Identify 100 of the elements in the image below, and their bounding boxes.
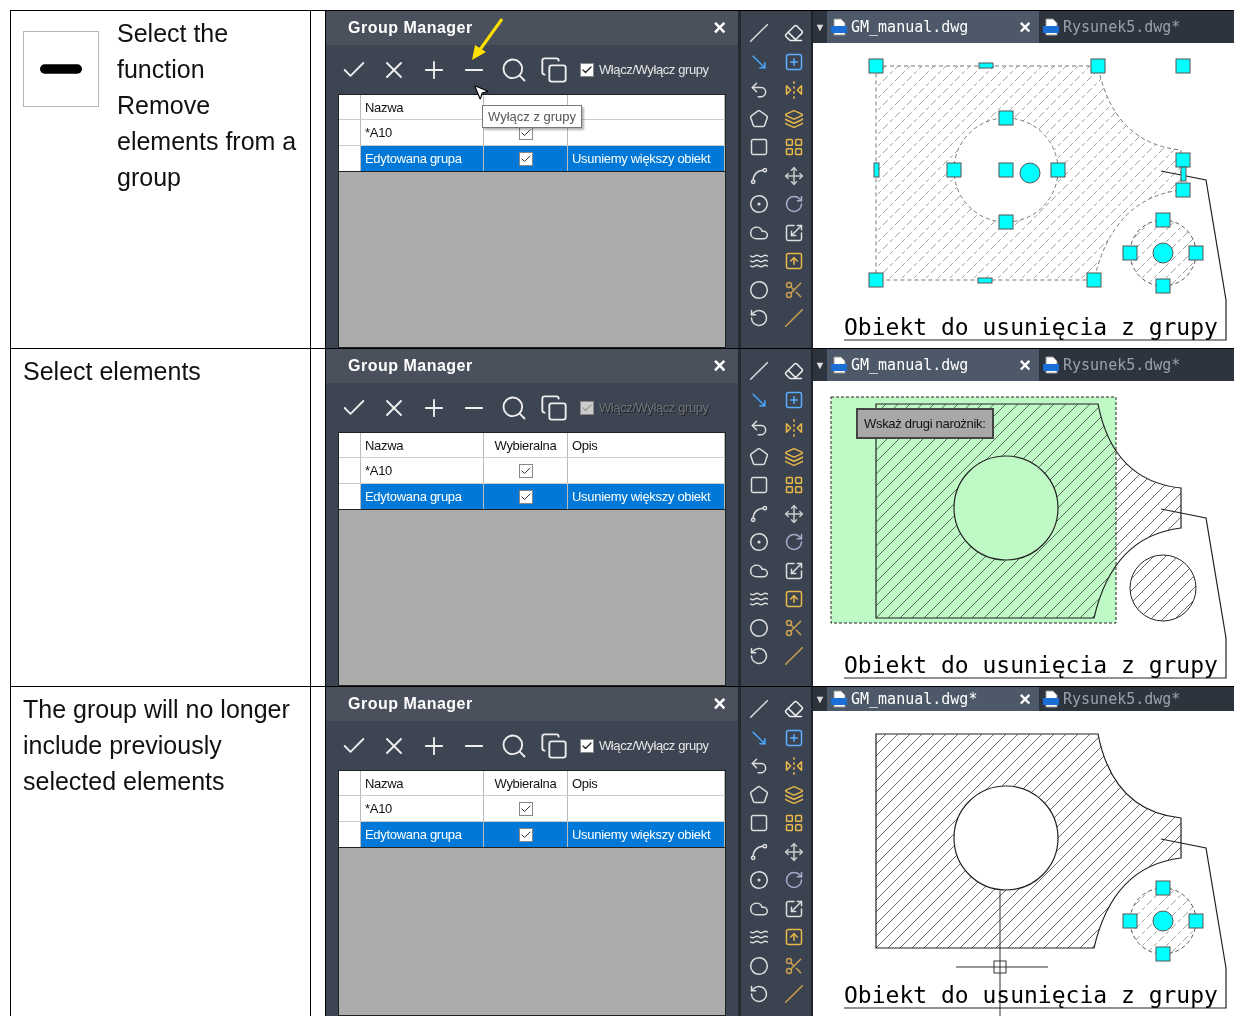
scissors-icon[interactable] (783, 617, 804, 638)
square-arrow-up-icon[interactable] (783, 589, 804, 610)
line-icon[interactable] (748, 23, 769, 44)
command-prompt: Wskaż drugi narożnik: (856, 408, 994, 439)
instruction-text: Select elements (23, 356, 201, 387)
close-button[interactable]: × (713, 691, 726, 717)
eraser-icon[interactable] (783, 23, 804, 44)
rectangle-icon[interactable] (748, 813, 769, 834)
close-tab-button[interactable]: × (1019, 15, 1031, 39)
file-icon (831, 18, 847, 36)
scissors-icon[interactable] (783, 279, 804, 300)
file-tab[interactable]: Rysunek5.dwg* (1039, 349, 1189, 381)
tabs-menu-button[interactable]: ▼ (813, 11, 827, 43)
instruction-text: The group will no longer include previously selected elements (23, 694, 291, 797)
rotate-icon[interactable] (783, 870, 804, 891)
copy-icon[interactable] (540, 731, 568, 760)
table-row[interactable]: Edytowana grupa Usuniemy większy obiekt (339, 821, 725, 847)
file-tab[interactable]: GM_manual.dwg × (827, 11, 1039, 43)
checkbox[interactable] (518, 827, 533, 842)
scale-icon[interactable] (783, 222, 804, 243)
rotate-icon[interactable] (783, 194, 804, 215)
checkbox[interactable] (518, 489, 533, 504)
close-button[interactable]: × (713, 15, 726, 41)
pentagon-icon[interactable] (748, 784, 769, 805)
tabs-menu-button[interactable]: ▼ (813, 687, 827, 711)
layers-icon[interactable] (783, 784, 804, 805)
move-icon[interactable] (783, 503, 804, 524)
checkbox[interactable] (580, 62, 594, 77)
arc-icon[interactable] (748, 841, 769, 862)
table-cell: Edytowana grupa (361, 822, 484, 847)
panel-title: Group Manager (348, 357, 473, 375)
file-icon (1043, 690, 1059, 708)
square-plus-icon[interactable] (783, 389, 804, 410)
arc-icon[interactable] (748, 503, 769, 524)
square-plus-icon[interactable] (783, 727, 804, 748)
drawing-caption: Obiekt do usunięcia z grupy (844, 651, 1218, 680)
line-icon[interactable] (748, 361, 769, 382)
slash-icon[interactable] (783, 308, 804, 329)
pentagon-icon[interactable] (748, 446, 769, 467)
checkbox[interactable] (518, 463, 533, 478)
square-plus-icon[interactable] (783, 51, 804, 72)
rectangle-icon[interactable] (748, 137, 769, 158)
line-icon[interactable] (748, 699, 769, 720)
checkbox[interactable] (518, 801, 533, 816)
file-tab[interactable]: GM_manual.dwg × (827, 349, 1039, 381)
file-icon (1043, 18, 1059, 36)
table-row[interactable]: Edytowana grupa Usuniemy większy obiekt (339, 483, 725, 509)
close-tab-button[interactable]: × (1019, 353, 1031, 377)
pentagon-icon[interactable] (748, 108, 769, 129)
file-icon (831, 690, 847, 708)
rectangle-icon[interactable] (748, 475, 769, 496)
circle-icon[interactable] (748, 870, 769, 891)
file-tab[interactable]: Rysunek5.dwg* (1039, 11, 1189, 43)
move-icon[interactable] (783, 841, 804, 862)
rotate-icon[interactable] (748, 984, 769, 1005)
rotate-icon[interactable] (783, 532, 804, 553)
circle-icon[interactable] (748, 194, 769, 215)
tooltip: Wyłącz z grupy (482, 105, 583, 128)
mirror-icon[interactable] (783, 80, 804, 101)
mirror-icon[interactable] (783, 756, 804, 777)
square-arrow-up-icon[interactable] (783, 251, 804, 272)
scissors-icon[interactable] (783, 955, 804, 976)
copy-icon[interactable] (540, 393, 568, 422)
layers-icon[interactable] (783, 108, 804, 129)
move-icon[interactable] (783, 165, 804, 186)
ellipse-icon[interactable] (748, 279, 769, 300)
toggle-label: Włącz/Wyłącz grupy (599, 62, 709, 77)
drawing-caption: Obiekt do usunięcia z grupy (844, 313, 1218, 342)
tabs-menu-button[interactable]: ▼ (813, 349, 827, 381)
table-row[interactable]: *A10 (339, 795, 725, 821)
close-tab-button[interactable]: × (1019, 687, 1031, 711)
grid-icon[interactable] (783, 137, 804, 158)
close-button[interactable]: × (713, 353, 726, 379)
rotate-icon[interactable] (748, 646, 769, 667)
circle-icon[interactable] (748, 532, 769, 553)
table-row[interactable]: *A10 (339, 457, 725, 483)
file-tab[interactable]: Rysunek5.dwg* (1039, 687, 1189, 711)
square-arrow-up-icon[interactable] (783, 927, 804, 948)
eraser-icon[interactable] (783, 361, 804, 382)
scale-icon[interactable] (783, 898, 804, 919)
grid-icon[interactable] (783, 813, 804, 834)
ellipse-icon[interactable] (748, 617, 769, 638)
copy-icon[interactable] (540, 55, 568, 84)
mirror-icon[interactable] (783, 418, 804, 439)
table-cell: Usuniemy większy obiekt (568, 822, 725, 847)
scale-icon[interactable] (783, 560, 804, 581)
slash-icon[interactable] (783, 646, 804, 667)
eraser-icon[interactable] (783, 699, 804, 720)
grid-icon[interactable] (783, 475, 804, 496)
arc-icon[interactable] (748, 165, 769, 186)
rotate-icon[interactable] (748, 308, 769, 329)
slash-icon[interactable] (783, 984, 804, 1005)
ellipse-icon[interactable] (748, 955, 769, 976)
layers-icon[interactable] (783, 446, 804, 467)
table-row[interactable]: Edytowana grupa Usuniemy większy obiekt (339, 145, 725, 171)
instruction-text: Select the function Remove elements from a group (117, 18, 298, 193)
file-tab[interactable]: GM_manual.dwg* × (827, 687, 1039, 711)
checkbox[interactable] (580, 738, 594, 753)
drawing-caption: Obiekt do usunięcia z grupy (844, 981, 1218, 1010)
checkbox[interactable] (518, 151, 533, 166)
